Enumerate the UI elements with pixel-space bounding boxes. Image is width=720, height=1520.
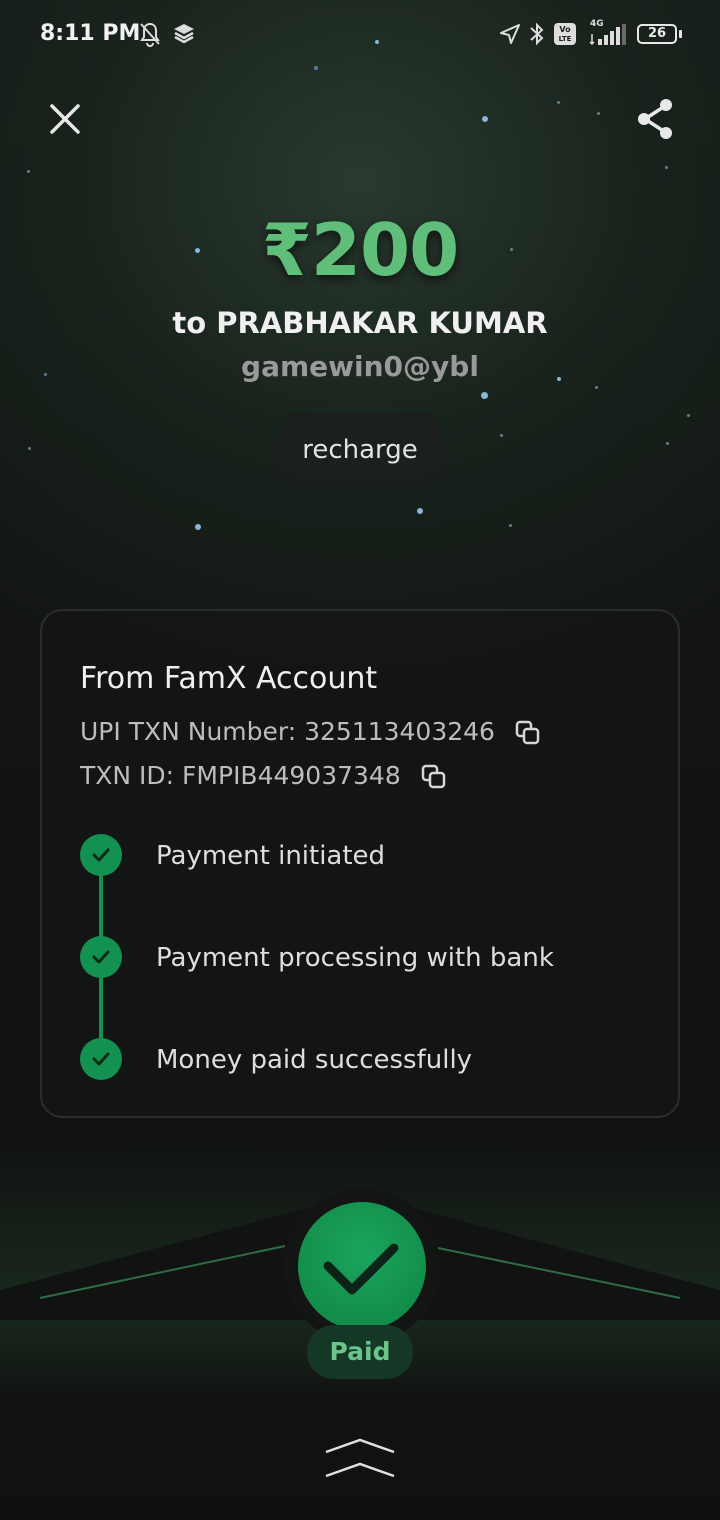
recipient-name: to PRABHAKAR KUMAR: [172, 306, 548, 340]
paid-status-button[interactable]: [298, 1202, 426, 1330]
copy-txn-id-icon[interactable]: [421, 764, 447, 790]
recipient-upi-id: gamewin0@ybl: [241, 350, 479, 383]
battery-tip: [679, 30, 682, 38]
check-icon: [80, 1038, 122, 1080]
check-icon: [80, 936, 122, 978]
source-account-title: From FamX Account: [80, 661, 378, 696]
txn-id-row: TXN ID: FMPIB449037348: [80, 761, 447, 790]
step-label: Payment initiated: [156, 841, 386, 871]
bell-off-icon: [140, 22, 160, 47]
upi-txn-row: UPI TXN Number: 325113403246: [80, 717, 541, 746]
check-icon: [80, 834, 122, 876]
signal-icon: [589, 24, 626, 46]
volte-icon: Vo LTE: [554, 23, 576, 45]
layers-icon: [174, 24, 194, 44]
txn-id: TXN ID: FMPIB449037348: [80, 761, 401, 790]
upi-txn-number: UPI TXN Number: 325113403246: [80, 717, 495, 746]
chevron-up-icon[interactable]: [322, 1436, 398, 1484]
battery-icon: 26: [637, 24, 677, 44]
payment-note: recharge: [279, 412, 441, 488]
close-icon[interactable]: [44, 98, 86, 140]
status-time: 8:11 PM: [40, 21, 141, 46]
transaction-details-card: From FamX Account UPI TXN Number: 325113…: [40, 609, 680, 1118]
svg-text:Vo: Vo: [559, 25, 571, 34]
payment-amount: ₹200: [261, 208, 459, 292]
copy-upi-txn-icon[interactable]: [515, 720, 541, 746]
checkmark-icon: [323, 1243, 399, 1295]
bluetooth-icon: [530, 22, 544, 46]
status-bar: 8:11 PM Vo LTE 4G 26: [0, 0, 720, 70]
step-label: Payment processing with bank: [156, 943, 554, 973]
share-icon[interactable]: [633, 96, 679, 142]
step-label: Money paid successfully: [156, 1045, 473, 1075]
location-arrow-icon: [500, 24, 520, 44]
svg-text:LTE: LTE: [559, 35, 572, 43]
paid-label: Paid: [307, 1325, 413, 1379]
